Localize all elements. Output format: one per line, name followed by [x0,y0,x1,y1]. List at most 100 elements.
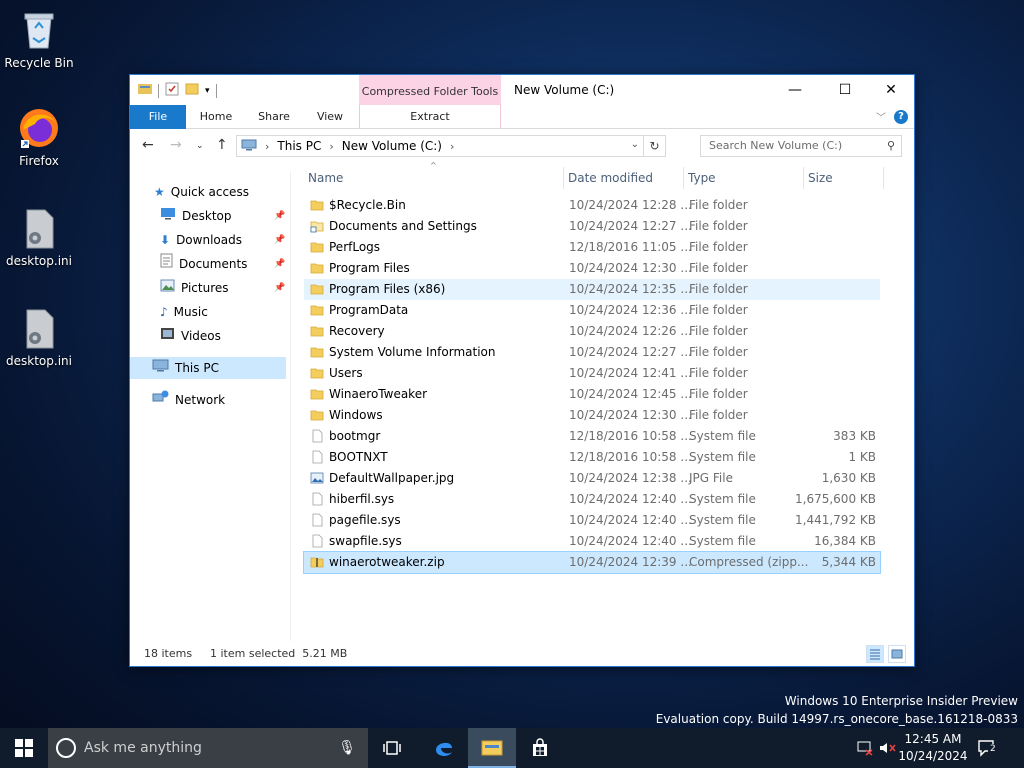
pin-icon[interactable]: 📌 [274,253,285,275]
system-file-icon [310,429,324,443]
back-arrow-icon[interactable]: ← [142,137,154,153]
file-row[interactable]: ProgramData 10/24/2024 12:36 ... File fold… [304,300,880,321]
breadcrumb-chevron-icon: › [449,139,455,153]
nav-item-network[interactable]: Network [152,389,225,411]
folder-icon [310,366,324,380]
microphone-icon[interactable]: 🎙 [338,728,356,768]
file-explorer-taskbar-button[interactable] [468,728,516,768]
file-row[interactable]: pagefile.sys 10/24/2024 12:40 ... System f… [304,510,880,531]
file-size: 1 KB [848,450,876,464]
pin-icon[interactable]: 📌 [274,277,285,299]
file-row[interactable]: BOOTNXT 12/18/2016 10:58 ... System file 1 … [304,447,880,468]
column-header-name[interactable]: Name [304,167,564,189]
pin-icon[interactable]: 📌 [274,205,285,227]
file-name: hiberfil.sys [329,492,395,506]
file-row[interactable]: Users 10/24/2024 12:41 ... File folder [304,363,880,384]
pane-divider[interactable] [290,171,291,641]
file-date: 10/24/2024 12:30 ... [569,408,692,422]
file-row[interactable]: PerfLogs 12/18/2016 11:05 ... File folder [304,237,880,258]
forward-arrow-icon[interactable]: → [170,137,182,153]
nav-label: Videos [181,329,221,343]
nav-item-pictures[interactable]: Pictures 📌 [160,277,288,299]
breadcrumb-this-pc[interactable]: This PC [277,139,321,153]
file-name: System Volume Information [329,345,496,359]
desktop-icon-firefox[interactable]: Firefox [0,106,78,168]
build-watermark: Windows 10 Enterprise Insider Preview Ev… [656,692,1018,728]
task-view-button[interactable] [368,728,416,768]
file-row[interactable]: $Recycle.Bin 10/24/2024 12:28 ... File fol… [304,195,880,216]
file-row[interactable]: bootmgr 12/18/2016 10:58 ... System file 38… [304,426,880,447]
volume-tray-icon[interactable] [878,728,896,768]
tab-share[interactable]: Share [250,105,298,129]
nav-quick-access[interactable]: ★ Quick access [154,181,249,203]
expand-ribbon-icon[interactable]: ﹀ [876,109,886,124]
file-row[interactable]: hiberfil.sys 10/24/2024 12:40 ... System f… [304,489,880,510]
file-name: Program Files [329,261,410,275]
up-arrow-icon[interactable]: ↑ [216,137,228,153]
tab-extract[interactable]: Extract [359,105,501,129]
minimize-button[interactable]: — [772,75,818,105]
file-name: Program Files (x86) [329,282,446,296]
nav-item-desktop[interactable]: Desktop 📌 [160,205,288,227]
breadcrumb-new-volume[interactable]: New Volume (C:) [342,139,442,153]
file-name: winaerotweaker.zip [329,555,445,569]
maximize-button[interactable]: ☐ [822,75,868,105]
pin-icon[interactable]: 📌 [274,229,285,251]
taskbar-clock[interactable]: 12:45 AM 10/24/2024 [896,731,970,765]
file-name: pagefile.sys [329,513,401,527]
desktop-icon-desktop-ini-2[interactable]: desktop.ini [0,306,78,368]
folder-icon [481,740,503,756]
address-dropdown-icon[interactable]: ⌄ [631,139,639,150]
desktop-icon-desktop-ini-1[interactable]: desktop.ini [0,206,78,268]
desktop-icon-recycle-bin[interactable]: Recycle Bin [0,8,78,70]
file-name: PerfLogs [329,240,381,254]
close-button[interactable]: ✕ [868,75,914,105]
file-row[interactable]: Program Files (x86) 10/24/2024 12:35 ... F… [304,279,880,300]
store-taskbar-button[interactable] [516,728,564,768]
network-tray-icon[interactable] [856,728,874,768]
music-icon: ♪ [160,305,168,319]
customize-toolbar-icon[interactable]: ▾ [205,86,210,96]
refresh-icon[interactable]: ↻ [643,136,665,156]
folder-icon [310,240,324,254]
file-date: 10/24/2024 12:41 ... [569,366,692,380]
nav-item-videos[interactable]: Videos [160,325,221,347]
file-row[interactable]: DefaultWallpaper.jpg 10/24/2024 12:38 ...… [304,468,880,489]
file-row[interactable]: Program Files 10/24/2024 12:30 ... File fo… [304,258,880,279]
edge-icon [436,742,452,756]
column-header-date[interactable]: Date modified [564,167,684,189]
action-center-button[interactable]: 2 [976,728,998,768]
file-row[interactable]: Windows 10/24/2024 12:30 ... File folder [304,405,880,426]
tab-view[interactable]: View [306,105,354,129]
details-view-button[interactable] [866,645,884,663]
file-row[interactable]: WinaeroTweaker 10/24/2024 12:45 ... File f… [304,384,880,405]
file-row[interactable]: Recovery 10/24/2024 12:26 ... File folder [304,321,880,342]
tab-file[interactable]: File [130,105,186,129]
file-row[interactable]: swapfile.sys 10/24/2024 12:40 ... System f… [304,531,880,552]
new-folder-icon[interactable] [185,82,199,99]
cortana-search-box[interactable]: Ask me anything 🎙 [48,728,368,768]
config-file-icon [17,306,61,350]
large-icons-view-button[interactable] [888,645,906,663]
nav-item-this-pc[interactable]: This PC [130,357,286,379]
recent-locations-chevron-icon[interactable]: ⌄ [196,141,204,151]
file-row[interactable]: winaerotweaker.zip 10/24/2024 12:39 ... Co… [303,551,881,574]
nav-item-documents[interactable]: Documents 📌 [160,253,288,275]
properties-icon[interactable] [165,82,179,99]
edge-taskbar-button[interactable] [420,728,468,768]
search-input[interactable]: Search New Volume (C:) ⚲ [700,135,902,157]
item-count: 18 items [144,647,193,660]
column-header-type[interactable]: Type [684,167,804,189]
nav-item-downloads[interactable]: ⬇ Downloads 📌 [160,229,288,251]
breadcrumb-chevron-icon: › [329,139,334,153]
file-row[interactable]: Documents and Settings 10/24/2024 12:27 .… [304,216,880,237]
start-button[interactable] [0,728,48,768]
address-bar[interactable]: › This PC › New Volume (C:) › ⌄ ↻ [236,135,666,157]
title-bar: ▾ Compressed Folder Tools New Volume (C:… [130,75,914,105]
file-row[interactable]: System Volume Information 10/24/2024 12:2… [304,342,880,363]
tab-home[interactable]: Home [192,105,240,129]
file-type: Compressed (zipp... [689,555,809,569]
help-icon[interactable]: ? [894,109,908,124]
column-header-size[interactable]: Size [804,167,884,189]
nav-item-music[interactable]: ♪ Music [160,301,208,323]
